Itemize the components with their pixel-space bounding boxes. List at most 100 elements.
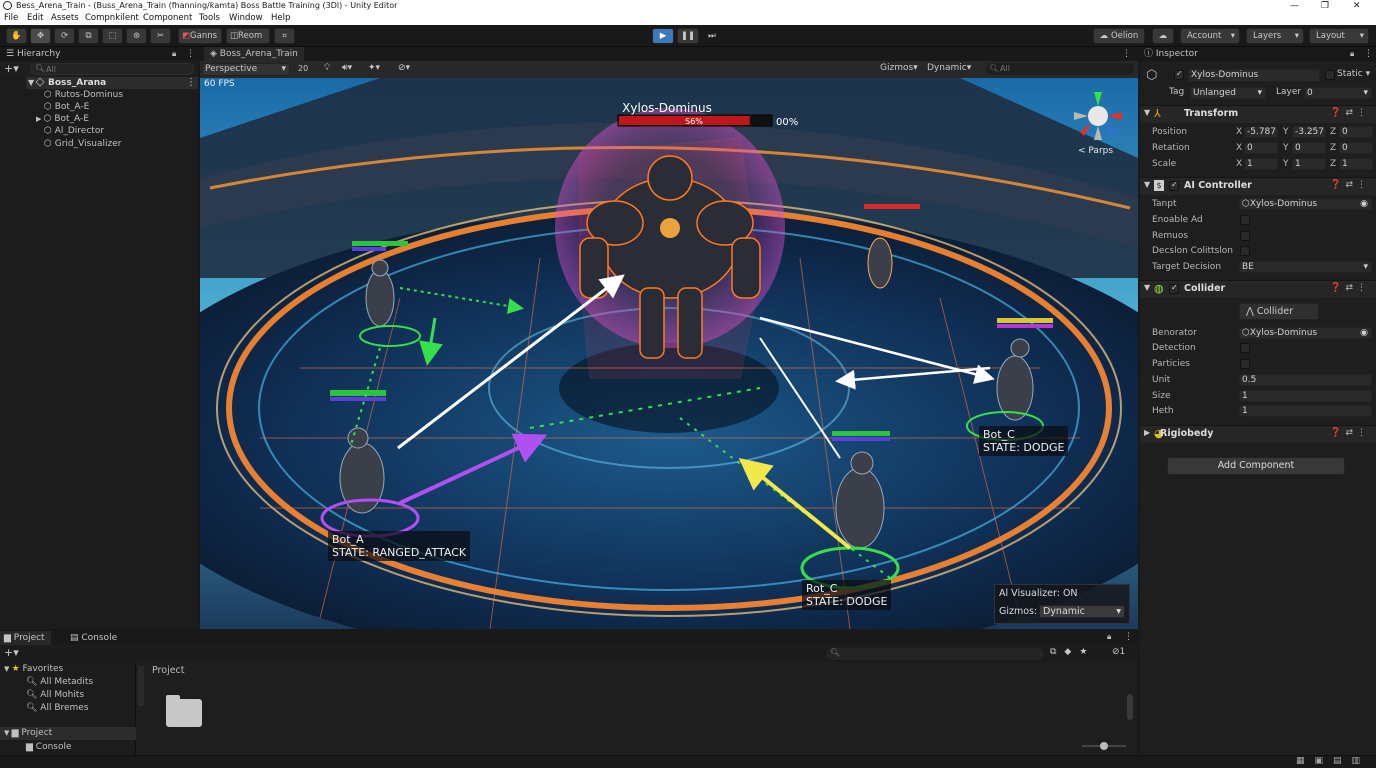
particles-checkbox[interactable]: [1240, 359, 1250, 369]
account-dropdown[interactable]: Account ▾: [1180, 28, 1240, 44]
lock-icon[interactable]: 🔒︎: [1350, 47, 1354, 61]
status-icons[interactable]: ▦▣▤▥: [1296, 756, 1370, 766]
position-y-field[interactable]: -3.257: [1292, 126, 1326, 138]
menu-assets[interactable]: Assets: [51, 12, 79, 25]
tab-scene[interactable]: ◈ Boss_Arena_Train: [204, 47, 304, 61]
snap-icon[interactable]: ⌗: [274, 28, 295, 44]
console-folder-item[interactable]: ▆ Console: [26, 741, 72, 753]
layers-dropdown[interactable]: Layers ▾: [1246, 28, 1304, 44]
detection-checkbox[interactable]: [1240, 343, 1250, 353]
component-options-icons[interactable]: ❓⇄⋮: [1330, 180, 1370, 190]
hand-tool-icon[interactable]: ✋: [6, 28, 27, 44]
tab-console[interactable]: ▤ Console: [70, 631, 117, 645]
icon-size-slider[interactable]: [1082, 742, 1126, 750]
pause-button[interactable]: ❚❚: [677, 28, 699, 44]
favorites-row[interactable]: ▼ ★ Favorites: [4, 663, 63, 675]
position-x-field[interactable]: -5.787: [1244, 126, 1278, 138]
tab-hierarchy[interactable]: ☰ Hierarchy: [6, 47, 60, 61]
active-checkbox[interactable]: ✓: [1174, 69, 1184, 80]
position-z-field[interactable]: 0: [1339, 126, 1373, 138]
target-decision-dropdown[interactable]: BE ▾: [1239, 261, 1372, 273]
perspective-label[interactable]: < Parps: [1078, 146, 1113, 156]
size-field[interactable]: 1: [1239, 390, 1372, 402]
add-component-button[interactable]: Add Component: [1167, 457, 1345, 475]
object-name-field[interactable]: Xylos-Dominus: [1188, 69, 1320, 82]
project-breadcrumb[interactable]: Project: [152, 665, 185, 676]
rotation-z-field[interactable]: 0: [1339, 142, 1373, 154]
dynamic-dropdown[interactable]: Dynamic▾: [927, 63, 971, 73]
ai-controller-component-header[interactable]: ▼ $ ✓ AI Controller ❓⇄⋮: [1140, 177, 1376, 195]
add-icon[interactable]: +▾: [4, 62, 19, 75]
custom-tool-icon[interactable]: ✂: [150, 28, 171, 44]
component-options-icons[interactable]: ❓⇄⋮: [1330, 283, 1370, 293]
static-dropdown[interactable]: Static ▾: [1337, 69, 1370, 79]
scale-y-field[interactable]: 1: [1292, 158, 1326, 170]
step-button[interactable]: ⏭: [702, 28, 722, 44]
collider-component-header[interactable]: ▼ ◍ ✓ Collider ❓⇄⋮: [1140, 280, 1376, 298]
heth-field[interactable]: 1: [1239, 405, 1372, 417]
menu-window[interactable]: Window: [229, 12, 263, 25]
move-tool-icon[interactable]: ✥: [30, 28, 51, 44]
2d-toggle[interactable]: 20: [298, 64, 308, 73]
menu-component[interactable]: Component: [143, 12, 192, 25]
hierarchy-item[interactable]: ⬡ Al_Director: [44, 125, 104, 137]
transform-component-header[interactable]: ▼ ⅄ Transform ❓⇄⋮: [1140, 105, 1376, 123]
maximize-button[interactable]: ❐: [1321, 0, 1329, 12]
tag-dropdown[interactable]: Unlanged ▾: [1190, 87, 1266, 99]
content-scrollbar[interactable]: [1127, 694, 1133, 720]
view-mode-dropdown[interactable]: Perspective ▾: [202, 63, 290, 76]
rigidbody-component-header[interactable]: ▶ ◕ Rigiobedy ❓⇄⋮: [1140, 425, 1376, 443]
menu-help[interactable]: Help: [271, 12, 290, 25]
favorite-item[interactable]: 🔍︎ All Mohits: [26, 689, 84, 701]
lock-icon[interactable]: 🔒︎: [172, 47, 176, 61]
play-button[interactable]: ▶: [652, 28, 674, 44]
effects-icon[interactable]: ✦▾: [368, 63, 380, 73]
menu-compnkilent[interactable]: Compnkilent: [85, 12, 139, 25]
transform-tool-icon[interactable]: ⊛: [126, 28, 147, 44]
hidden-objects-icon[interactable]: ⊘▾: [398, 63, 410, 73]
target-picker-icon[interactable]: ◉: [1360, 199, 1368, 209]
kebab-menu-icon[interactable]: ⋮: [1124, 630, 1133, 644]
rotation-x-field[interactable]: 0: [1244, 142, 1278, 154]
lock-icon[interactable]: 🔒︎: [1107, 630, 1111, 644]
benorator-object-field[interactable]: ⬡Xylos-Dominus ◉: [1239, 327, 1372, 339]
decision-collision-checkbox[interactable]: [1240, 246, 1250, 256]
scale-z-field[interactable]: 1: [1339, 158, 1373, 170]
target-picker-icon[interactable]: ◉: [1360, 328, 1368, 338]
overlay-gizmos-dropdown[interactable]: Dynamic ▾: [1039, 605, 1125, 618]
lighting-icon[interactable]: 💡︎: [324, 63, 330, 73]
reom-button[interactable]: ◫Reom: [226, 28, 270, 44]
rect-tool-icon[interactable]: ⬚: [102, 28, 123, 44]
kebab-menu-icon[interactable]: ⋮: [1122, 47, 1131, 61]
minimize-button[interactable]: —: [1290, 0, 1299, 12]
close-button[interactable]: ✕: [1353, 0, 1361, 12]
scale-tool-icon[interactable]: ⧉: [78, 28, 99, 44]
favorite-item[interactable]: 🔍︎ All Bremes: [26, 702, 89, 714]
layer-dropdown[interactable]: 0 ▾: [1304, 87, 1372, 99]
tree-scrollbar[interactable]: [138, 666, 144, 706]
hierarchy-item[interactable]: ⬡ Bot_A-E: [44, 101, 89, 113]
folder-icon[interactable]: [166, 699, 202, 727]
component-options-icons[interactable]: ❓⇄⋮: [1330, 428, 1370, 438]
edit-collider-button[interactable]: ⋀ Collider: [1239, 303, 1319, 320]
favorite-item[interactable]: 🔍︎ All Metadits: [26, 676, 93, 688]
hierarchy-search-input[interactable]: 🔍︎ All: [30, 63, 194, 75]
gizmos-dropdown[interactable]: Gizmos▾: [880, 63, 918, 73]
hidden-packages-icon[interactable]: ⊘1: [1112, 647, 1125, 657]
scene-search-input[interactable]: 🔍︎ All: [986, 63, 1134, 75]
layout-dropdown[interactable]: Layout ▾: [1309, 28, 1369, 44]
kebab-menu-icon[interactable]: ⋮: [186, 77, 196, 89]
hierarchy-item[interactable]: ⬡ Grid_Visualizer: [44, 138, 121, 150]
audio-icon[interactable]: 🔊︎▾: [342, 63, 352, 73]
rotate-tool-icon[interactable]: ⟳: [54, 28, 75, 44]
enoable-checkbox[interactable]: [1240, 215, 1250, 225]
remuos-checkbox[interactable]: [1240, 231, 1250, 241]
filter-icons[interactable]: ⧉◆★: [1050, 647, 1095, 657]
add-icon[interactable]: +▾: [4, 646, 19, 659]
hierarchy-item[interactable]: ⬡ Rutos-Dominus: [44, 89, 123, 101]
cloud-icon[interactable]: ☁: [1152, 28, 1174, 44]
rotation-y-field[interactable]: 0: [1292, 142, 1326, 154]
component-options-icons[interactable]: ❓⇄⋮: [1330, 108, 1370, 118]
menu-edit[interactable]: Edit: [27, 12, 43, 25]
unit-field[interactable]: 0.5: [1239, 374, 1372, 386]
